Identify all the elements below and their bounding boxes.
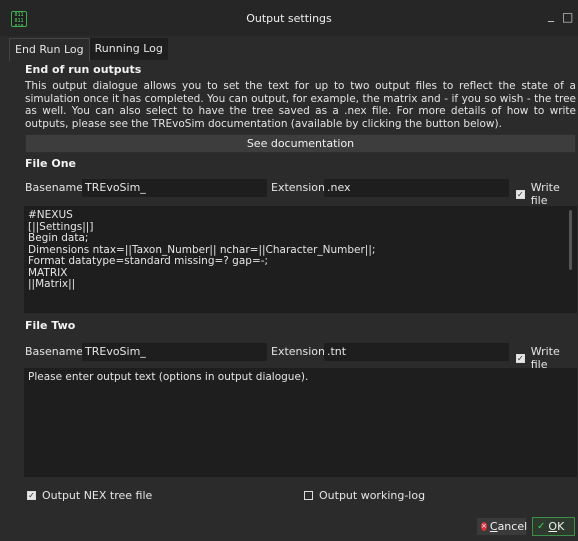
title-bar: 011 011 010 Output settings _ □ [0,0,578,36]
file-two-extension-label: Extension: [271,345,329,358]
file-two-basename-input[interactable]: TREvoSim_ [82,343,267,361]
ok-label: OK [548,520,565,533]
file-one-line: Begin data; [28,232,89,244]
output-working-log-checkbox[interactable]: Output working-log [304,489,425,502]
maximize-icon[interactable]: □ [562,10,573,24]
tab-end-run-log[interactable]: End Run Log [9,38,90,61]
end-of-run-description: This output dialogue allows you to set t… [25,80,576,130]
file-one-write-label: Write file [530,181,560,207]
file-two-extension-input[interactable]: .tnt [324,343,509,361]
checkbox-checked-icon: ✓ [27,491,36,500]
file-one-text-editor[interactable]: #NEXUS [||Settings||] Begin data; Dimens… [24,206,577,313]
file-one-line: [||Settings||] [28,220,94,233]
file-one-basename-label: Basename: [25,181,87,194]
checkbox-checked-icon: ✓ [516,189,525,199]
window-title: Output settings [246,11,332,25]
file-two-placeholder-text: Please enter output text (options in out… [28,371,309,383]
app-icon: 011 011 010 [11,11,27,27]
minimize-icon[interactable]: _ [548,8,554,22]
ok-button[interactable]: ✓ OK [532,517,575,536]
output-nex-tree-checkbox[interactable]: ✓ Output NEX tree file [27,489,152,502]
file-one-basename-input[interactable]: TREvoSim_ [82,179,267,197]
output-working-log-label: Output working-log [319,489,426,502]
file-one-heading: File One [25,157,76,170]
file-one-scrollbar[interactable] [569,210,572,270]
file-two-heading: File Two [25,319,76,332]
tab-running-log[interactable]: Running Log [89,38,168,60]
file-one-line: ||Matrix|| [28,278,76,290]
file-one-line: MATRIX [28,266,68,279]
checkmark-icon: ✓ [537,521,546,532]
output-nex-tree-label: Output NEX tree file [42,489,153,502]
checkbox-checked-icon: ✓ [516,353,525,363]
file-one-line: #NEXUS [28,209,73,221]
cancel-icon: × [481,522,487,531]
file-one-extension-label: Extension: [271,181,329,194]
file-one-extension-input[interactable]: .nex [324,179,509,197]
file-one-line: Format datatype=standard missing=? gap=-… [28,255,269,267]
file-two-text-editor[interactable]: Please enter output text (options in out… [24,368,577,477]
see-documentation-button[interactable]: See documentation [25,134,576,153]
cancel-button[interactable]: × Cancel [476,517,527,536]
cancel-label: Cancel [489,520,528,533]
tab-bar: End Run Log Running Log [9,38,168,61]
checkbox-unchecked-icon [304,491,313,500]
file-one-write-checkbox[interactable]: ✓ Write file [516,181,578,207]
file-two-basename-label: Basename: [25,345,87,358]
end-of-run-heading: End of run outputs [25,63,142,76]
